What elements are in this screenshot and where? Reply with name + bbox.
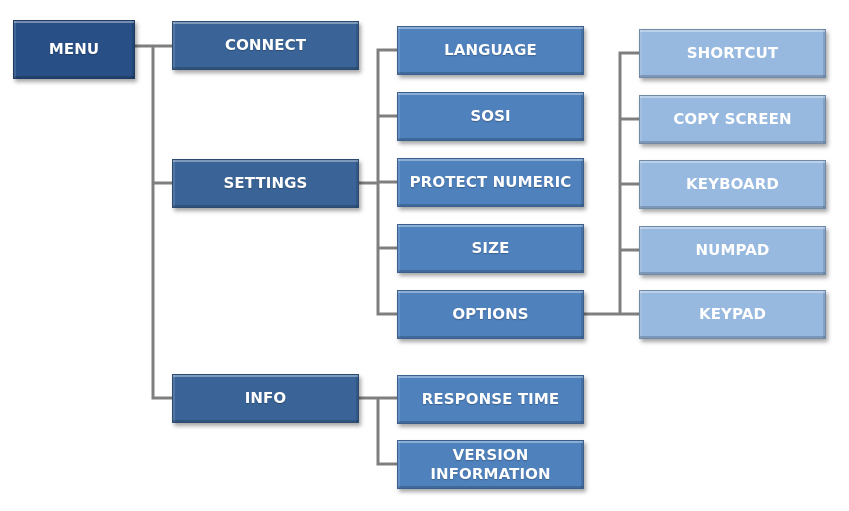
settings-node[interactable]: SETTINGS <box>172 159 359 208</box>
protect-numeric-node[interactable]: PROTECT NUMERIC <box>397 158 584 207</box>
sosi-node-label: SOSI <box>470 107 511 125</box>
version-information-node[interactable]: VERSION INFORMATION <box>397 440 584 489</box>
options-node-label: OPTIONS <box>452 305 529 323</box>
menu-node[interactable]: MENU <box>13 20 135 79</box>
size-node-label: SIZE <box>471 239 510 257</box>
keypad-node[interactable]: KEYPAD <box>639 290 826 339</box>
menu-node-label: MENU <box>48 40 100 58</box>
options-node[interactable]: OPTIONS <box>397 290 584 339</box>
connect-node-label: CONNECT <box>224 36 307 54</box>
numpad-node-label: NUMPAD <box>695 241 770 259</box>
protect-numeric-node-label: PROTECT NUMERIC <box>409 173 572 191</box>
keypad-node-label: KEYPAD <box>698 305 766 323</box>
shortcut-node-label: SHORTCUT <box>686 44 779 62</box>
keyboard-node[interactable]: KEYBOARD <box>639 160 826 209</box>
copy-screen-node[interactable]: COPY SCREEN <box>639 95 826 144</box>
shortcut-node[interactable]: SHORTCUT <box>639 29 826 78</box>
info-node[interactable]: INFO <box>172 374 359 423</box>
info-node-label: INFO <box>244 389 287 407</box>
settings-node-label: SETTINGS <box>223 174 308 192</box>
response-time-node-label: RESPONSE TIME <box>421 390 560 408</box>
numpad-node[interactable]: NUMPAD <box>639 226 826 275</box>
keyboard-node-label: KEYBOARD <box>686 175 779 193</box>
language-node-label: LANGUAGE <box>444 41 537 59</box>
size-node[interactable]: SIZE <box>397 224 584 273</box>
version-information-node-label: VERSION INFORMATION <box>430 445 551 483</box>
connect-node[interactable]: CONNECT <box>172 21 359 70</box>
copy-screen-node-label: COPY SCREEN <box>673 110 792 128</box>
response-time-node[interactable]: RESPONSE TIME <box>397 375 584 424</box>
sosi-node[interactable]: SOSI <box>397 92 584 141</box>
language-node[interactable]: LANGUAGE <box>397 26 584 75</box>
